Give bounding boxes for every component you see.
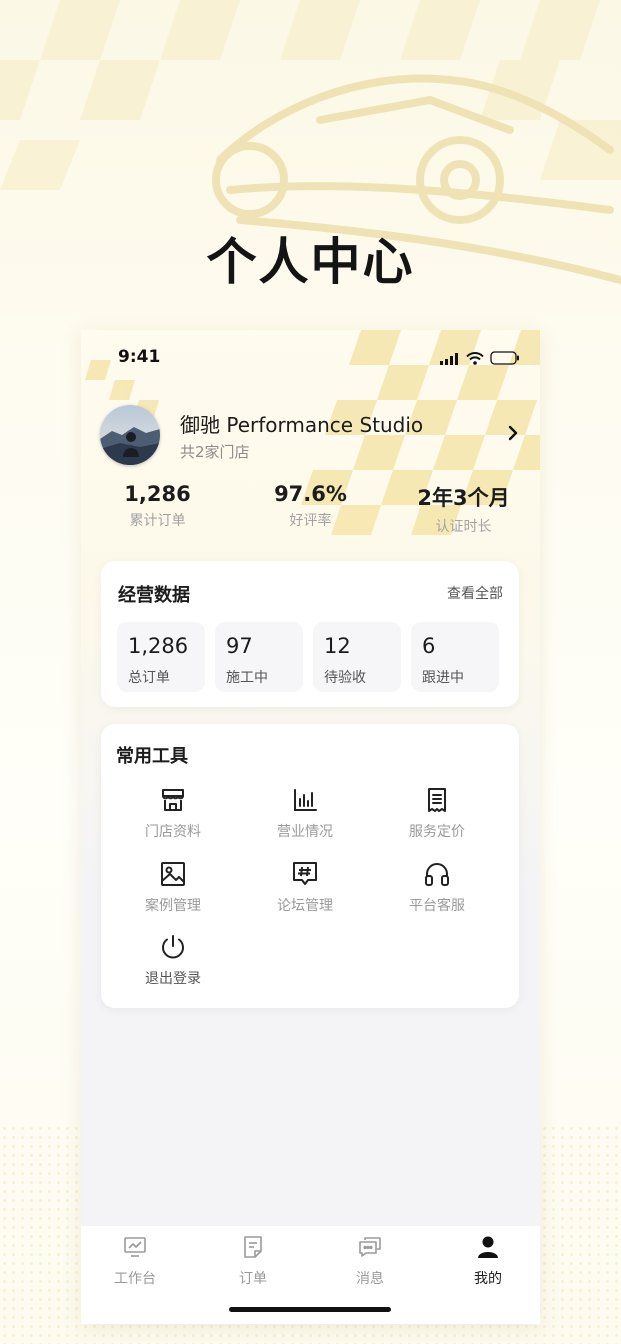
tool-label: 门店资料 <box>145 824 201 840</box>
tool-service-pricing[interactable]: 服务定价 <box>372 787 502 841</box>
tab-messages[interactable]: 消息 <box>311 1236 429 1288</box>
tool-case-management[interactable]: 案例管理 <box>108 861 238 915</box>
tile-label: 施工中 <box>226 670 268 686</box>
tile-in-progress[interactable]: 97 施工中 <box>215 622 303 692</box>
chevron-right-icon[interactable] <box>507 425 519 445</box>
tool-forum-management[interactable]: 论坛管理 <box>240 861 370 915</box>
tools-title: 常用工具 <box>116 746 188 767</box>
tool-customer-service[interactable]: 平台客服 <box>372 861 502 915</box>
tool-business-status[interactable]: 营业情况 <box>240 787 370 841</box>
tab-workbench[interactable]: 工作台 <box>81 1236 194 1288</box>
tile-following-up[interactable]: 6 跟进中 <box>411 622 499 692</box>
price-list-icon <box>424 787 450 817</box>
stat-total-orders: 1,286 累计订单 <box>81 482 234 536</box>
tool-label: 论坛管理 <box>277 898 333 914</box>
forum-icon <box>292 861 318 891</box>
tool-logout[interactable]: 退出登录 <box>108 934 238 988</box>
phone-screen: 9:41 御驰 Performance Studio 共2家门店 1,286 累… <box>81 330 540 1324</box>
bottom-tab-bar: 工作台 订单 消息 我的 <box>81 1226 540 1324</box>
tool-label: 服务定价 <box>409 824 465 840</box>
wifi-icon <box>466 350 484 369</box>
tile-label: 总订单 <box>128 670 170 686</box>
page-title: 个人中心 <box>206 233 415 291</box>
store-count: 共2家门店 <box>180 443 250 461</box>
tab-label: 消息 <box>356 1271 384 1287</box>
home-indicator <box>229 1307 391 1312</box>
tools-card: 常用工具 门店资料 营业情况 服务定价 案例管理 论坛管理 平台客服 退出登录 <box>101 724 519 1008</box>
business-tiles: 1,286 总订单 97 施工中 12 待验收 6 跟进中 <box>117 622 499 692</box>
battery-icon <box>490 350 520 369</box>
stat-label: 累计订单 <box>129 513 186 529</box>
signal-icon <box>440 350 460 369</box>
status-icons <box>440 350 520 369</box>
tile-value: 6 <box>422 634 436 658</box>
view-all-link[interactable]: 查看全部 <box>447 583 503 603</box>
headset-icon <box>424 861 450 891</box>
image-icon <box>160 861 186 891</box>
profile-header[interactable]: 御驰 Performance Studio 共2家门店 <box>100 405 525 467</box>
user-icon <box>477 1235 499 1263</box>
tab-label: 工作台 <box>114 1271 156 1287</box>
profile-stats: 1,286 累计订单 97.6% 好评率 2年3个月 认证时长 <box>81 482 540 536</box>
tile-value: 1,286 <box>128 634 189 658</box>
stat-value: 1,286 <box>124 482 191 506</box>
tile-total-orders[interactable]: 1,286 总订单 <box>117 622 205 692</box>
tool-label: 营业情况 <box>277 824 333 840</box>
tile-value: 12 <box>324 634 351 658</box>
tile-value: 97 <box>226 634 253 658</box>
stat-label: 认证时长 <box>435 519 492 535</box>
store-icon <box>160 787 186 817</box>
power-icon <box>160 934 186 964</box>
tool-store-info[interactable]: 门店资料 <box>108 787 238 841</box>
tool-label: 平台客服 <box>409 898 465 914</box>
stat-certified-duration: 2年3个月 认证时长 <box>387 482 540 536</box>
tile-label: 跟进中 <box>422 670 464 686</box>
avatar[interactable] <box>100 405 160 465</box>
status-bar: 9:41 <box>81 330 540 386</box>
stat-label: 好评率 <box>289 513 332 529</box>
message-icon <box>358 1236 382 1262</box>
tab-label: 我的 <box>474 1271 502 1287</box>
workbench-icon <box>123 1236 147 1262</box>
business-data-title: 经营数据 <box>118 585 190 606</box>
business-data-card: 经营数据 查看全部 1,286 总订单 97 施工中 12 待验收 6 跟进中 <box>101 561 519 707</box>
tab-mine[interactable]: 我的 <box>429 1236 540 1288</box>
tool-label: 退出登录 <box>145 971 201 987</box>
store-name: 御驰 Performance Studio <box>180 413 424 437</box>
tab-orders[interactable]: 订单 <box>194 1236 312 1288</box>
stat-value: 97.6% <box>274 482 347 506</box>
stat-rating: 97.6% 好评率 <box>234 482 387 536</box>
tile-label: 待验收 <box>324 670 366 686</box>
tool-label: 案例管理 <box>145 898 201 914</box>
status-time: 9:41 <box>118 347 161 367</box>
tile-pending-acceptance[interactable]: 12 待验收 <box>313 622 401 692</box>
tab-label: 订单 <box>239 1271 267 1287</box>
order-icon <box>242 1235 264 1263</box>
bar-chart-icon <box>292 787 318 817</box>
stat-value: 2年3个月 <box>417 486 510 510</box>
